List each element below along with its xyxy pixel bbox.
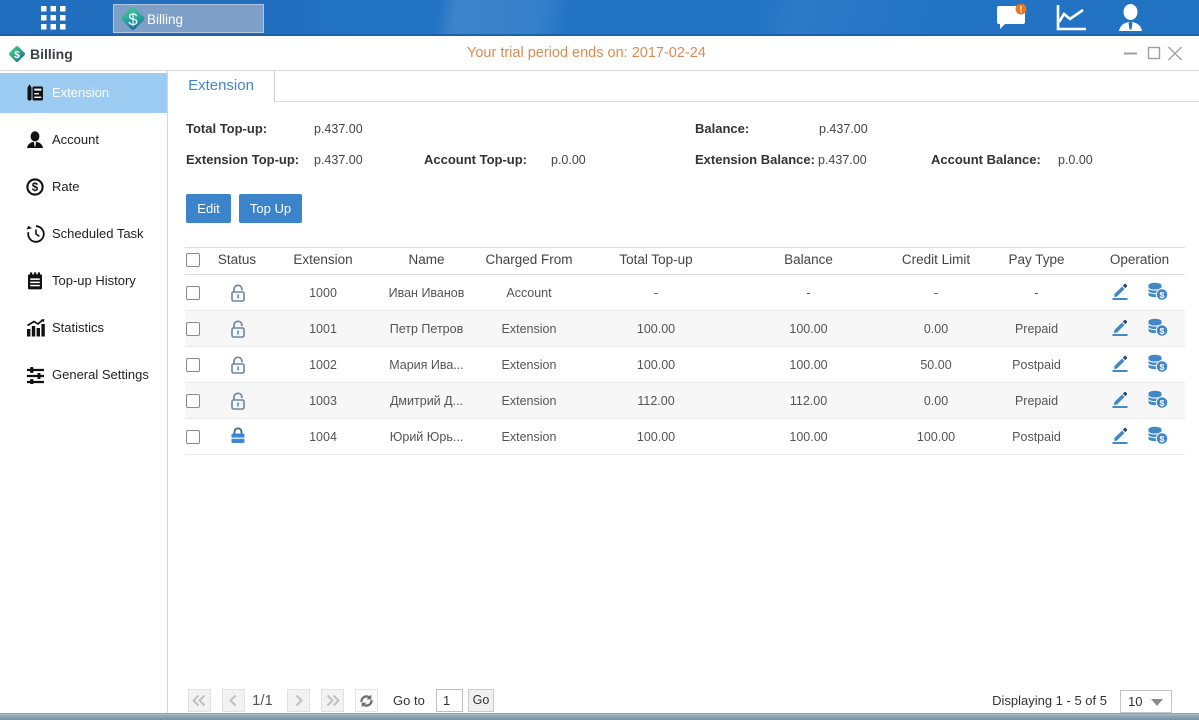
svg-text:$: $: [14, 50, 20, 61]
svg-text:!: !: [1020, 4, 1023, 14]
svg-text:$: $: [32, 182, 39, 194]
svg-text:$: $: [128, 10, 138, 29]
svg-text:$: $: [1159, 326, 1164, 336]
svg-text:$: $: [1159, 362, 1164, 372]
svg-text:$: $: [1159, 290, 1164, 300]
svg-text:$: $: [1159, 434, 1164, 444]
svg-text:$: $: [1159, 398, 1164, 408]
